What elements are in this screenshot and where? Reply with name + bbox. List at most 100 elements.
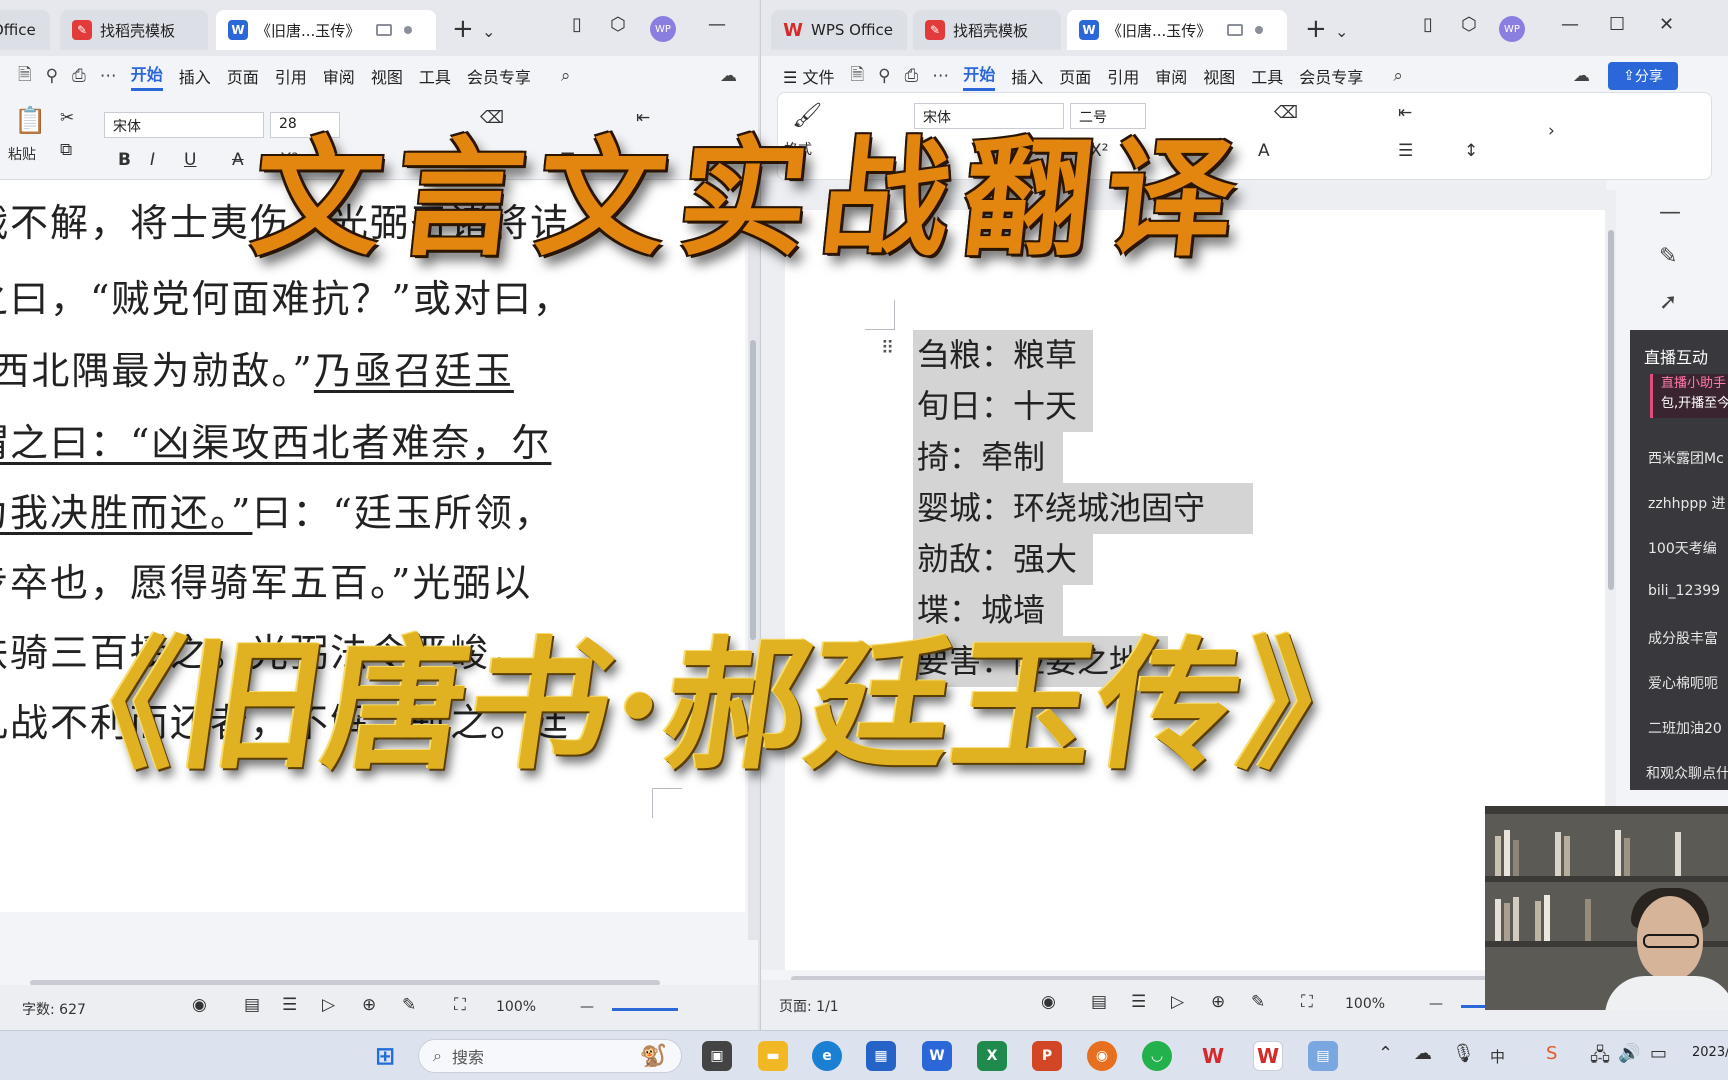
cloud-icon[interactable]: ☁ <box>720 66 737 86</box>
powerpoint-app-icon[interactable]: P <box>1032 1041 1062 1071</box>
fit-icon[interactable]: ⛶ <box>1301 992 1313 1012</box>
menu-review[interactable]: 审阅 <box>1155 64 1187 88</box>
menu-page[interactable]: 页面 <box>227 64 259 88</box>
menu-member[interactable]: 会员专享 <box>467 64 531 88</box>
play-icon[interactable]: ▷ <box>322 995 335 1015</box>
volume-icon[interactable]: 🔊 <box>1618 1043 1640 1064</box>
cloud-icon[interactable]: ☁ <box>1573 66 1590 86</box>
paste-label[interactable]: 粘贴 <box>8 144 36 164</box>
left-document-page[interactable]: 战不解，将士夷伤。光弼召诸将诘 之曰，“贼党何面难抗？”或对曰， “西北隅最为勍… <box>0 180 745 912</box>
left-tab-office[interactable]: Office <box>0 10 50 50</box>
pen-icon[interactable]: ✎ <box>1659 244 1677 269</box>
chevron-right-icon[interactable]: › <box>1548 121 1555 141</box>
line-spacing-icon[interactable]: ↕ <box>1464 141 1478 161</box>
menu-view[interactable]: 视图 <box>371 64 403 88</box>
search-icon[interactable]: ⌕ <box>561 66 571 86</box>
menu-view[interactable]: 视图 <box>1203 64 1235 88</box>
menu-references[interactable]: 引用 <box>275 64 307 88</box>
new-tab-plus-icon[interactable]: + <box>452 14 474 44</box>
link-icon[interactable]: ⚲ <box>46 66 58 86</box>
play-icon[interactable]: ▷ <box>1171 992 1184 1012</box>
page-view-icon[interactable]: ▤ <box>1091 992 1107 1012</box>
task-view-icon[interactable]: ▣ <box>702 1041 732 1071</box>
edge-browser-icon[interactable]: e <box>812 1041 842 1071</box>
bold-icon[interactable]: B <box>118 150 131 170</box>
right-tab-wps-office[interactable]: W WPS Office <box>771 10 907 50</box>
wechat-icon[interactable]: ◡ <box>1142 1041 1172 1071</box>
page-indicator[interactable]: 页面: 1/1 <box>779 996 839 1016</box>
pen-icon[interactable]: ✎ <box>1251 992 1265 1012</box>
share-button[interactable]: ⇪ 分享 <box>1608 62 1678 90</box>
font-family-select[interactable]: 宋体 <box>104 112 264 138</box>
outline-icon[interactable]: ☰ <box>1131 992 1146 1012</box>
taskbar-search-box[interactable]: ⌕ 搜索 🐒 <box>418 1039 682 1073</box>
more-icon[interactable]: ⋯ <box>932 66 949 86</box>
minimize-icon[interactable]: — <box>1561 14 1579 35</box>
tray-chevron-up-icon[interactable]: ⌃ <box>1378 1043 1393 1064</box>
wps-active-icon[interactable]: W <box>1253 1041 1283 1071</box>
web-view-icon[interactable]: ⊕ <box>362 995 376 1015</box>
menu-insert[interactable]: 插入 <box>179 64 211 88</box>
right-tab-document[interactable]: W 《旧唐...玉传》 <box>1067 10 1287 50</box>
microphone-icon[interactable]: 🎙 <box>1452 1043 1475 1064</box>
excel-app-icon[interactable]: X <box>977 1041 1007 1071</box>
battery-icon[interactable]: ▭ <box>1650 1043 1667 1064</box>
avatar[interactable]: WP <box>1499 16 1525 42</box>
wps-taskbar-icon[interactable]: W <box>1198 1041 1228 1071</box>
menu-tools[interactable]: 工具 <box>1251 64 1283 88</box>
store-icon[interactable]: ▦ <box>866 1041 896 1071</box>
close-icon[interactable]: ✕ <box>1659 14 1674 35</box>
char-shading-icon[interactable]: A <box>1258 141 1270 161</box>
left-vertical-scrollbar[interactable] <box>748 180 758 940</box>
word-count[interactable]: 字数: 627 <box>22 999 86 1019</box>
panel-icon[interactable]: ▯ <box>572 14 582 35</box>
avatar[interactable]: WP <box>650 16 676 42</box>
new-tab-plus-icon[interactable]: + <box>1305 14 1327 44</box>
print-icon[interactable]: ⎙ <box>72 66 86 86</box>
start-windows-icon[interactable]: ⊞ <box>370 1041 400 1071</box>
firefox-icon[interactable]: ◉ <box>1087 1041 1117 1071</box>
eye-icon[interactable]: ◉ <box>192 995 207 1015</box>
copy-icon[interactable]: ⧉ <box>60 140 72 160</box>
chevron-down-icon[interactable]: ⌄ <box>482 22 495 41</box>
menu-member[interactable]: 会员专享 <box>1299 64 1363 88</box>
panel-icon[interactable]: ▯ <box>1423 14 1433 35</box>
drag-handle-icon[interactable]: ⠿ <box>881 338 894 359</box>
indent-icon[interactable]: ⇤ <box>1398 103 1412 123</box>
word-app-icon[interactable]: W <box>922 1041 952 1071</box>
search-icon[interactable]: ⌕ <box>1393 66 1403 86</box>
menu-review[interactable]: 审阅 <box>323 64 355 88</box>
network-icon[interactable]: 🖧 <box>1590 1043 1610 1073</box>
print-icon[interactable]: ⎙ <box>905 66 919 86</box>
scroll-thumb[interactable] <box>1608 230 1614 590</box>
menu-tools[interactable]: 工具 <box>419 64 451 88</box>
maximize-icon[interactable]: ☐ <box>1609 14 1625 35</box>
chevron-down-icon[interactable]: ⌄ <box>1335 22 1348 41</box>
collapse-icon[interactable]: — <box>1659 200 1681 225</box>
cut-icon[interactable]: ✂ <box>60 108 74 128</box>
right-tab-templates[interactable]: ✎ 找稻壳模板 <box>913 10 1061 50</box>
outline-icon[interactable]: ☰ <box>282 995 297 1015</box>
zoom-slider[interactable] <box>612 1008 678 1011</box>
align-justify-icon[interactable]: ☰ <box>1398 141 1413 161</box>
underline-icon[interactable]: U <box>184 150 196 170</box>
eraser-icon[interactable]: ⌫ <box>1274 103 1298 123</box>
page-view-icon[interactable]: ▤ <box>244 995 260 1015</box>
zoom-level[interactable]: 100% <box>496 999 536 1015</box>
menu-insert[interactable]: 插入 <box>1011 64 1043 88</box>
menu-page[interactable]: 页面 <box>1059 64 1091 88</box>
left-tab-templates[interactable]: ✎ 找稻壳模板 <box>60 10 208 50</box>
select-cursor-icon[interactable]: ➚ <box>1659 290 1677 315</box>
sogou-icon[interactable]: S <box>1546 1043 1557 1064</box>
menu-home[interactable]: 开始 <box>963 61 996 91</box>
more-icon[interactable]: ⋯ <box>100 66 117 86</box>
pen-icon[interactable]: ✎ <box>402 995 416 1015</box>
taskbar-clock[interactable]: 2023/ <box>1692 1045 1728 1060</box>
cloud-icon[interactable]: ☁ <box>1414 1043 1432 1064</box>
menu-file[interactable]: ☰ 文件 <box>783 64 834 88</box>
zoom-level[interactable]: 100% <box>1345 996 1385 1012</box>
minimize-icon[interactable]: — <box>708 14 726 35</box>
eye-icon[interactable]: ◉ <box>1041 992 1056 1012</box>
menu-home[interactable]: 开始 <box>130 61 163 91</box>
link-icon[interactable]: ⚲ <box>878 66 890 86</box>
